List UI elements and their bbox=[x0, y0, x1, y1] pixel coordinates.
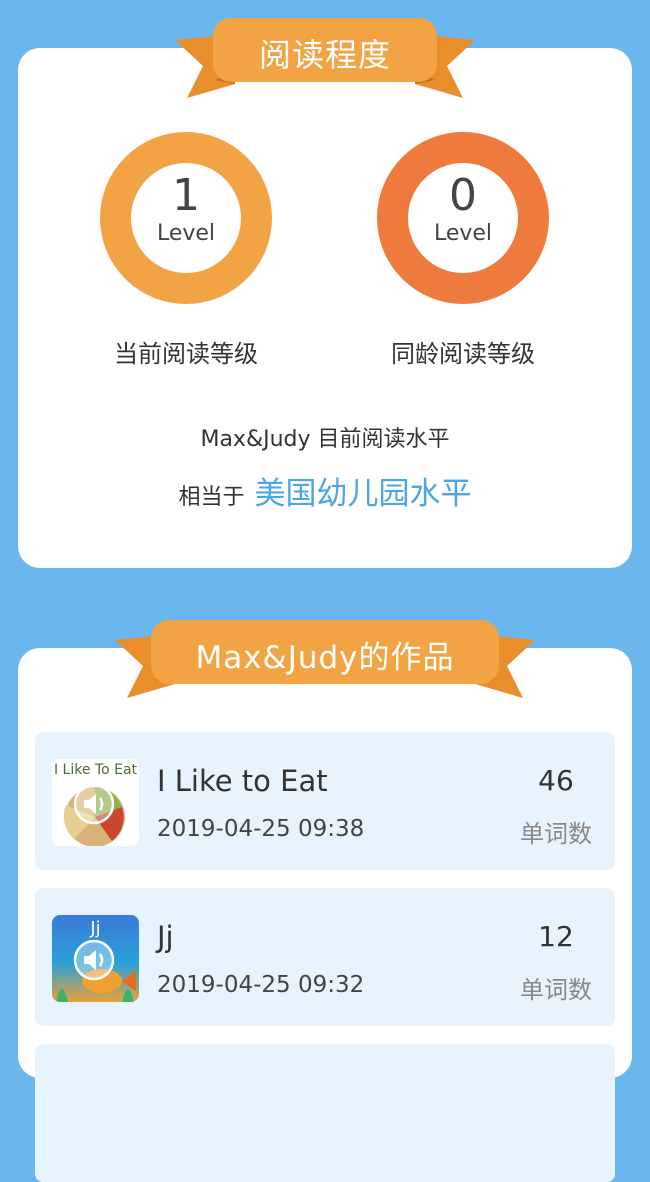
work-title: I Like to Eat bbox=[157, 764, 328, 798]
peer-level-gauge-center: 0 Level bbox=[408, 163, 518, 273]
word-count: 46 bbox=[538, 764, 574, 797]
word-count: 12 bbox=[538, 920, 574, 953]
equivalent-prefix: 相当于 bbox=[178, 485, 245, 510]
works-title: Max&Judy的作品 bbox=[195, 640, 455, 676]
speaker-play-icon[interactable] bbox=[73, 783, 115, 825]
work-thumbnail: I Like To Eat bbox=[52, 759, 139, 846]
equivalent-level: 美国幼儿园水平 bbox=[254, 476, 472, 512]
current-level-gauge: 1 Level bbox=[100, 132, 272, 304]
work-list-item[interactable] bbox=[35, 1044, 615, 1182]
word-count-label: 单词数 bbox=[520, 820, 592, 848]
current-level-value: 1 bbox=[172, 170, 200, 221]
work-date: 2019-04-25 09:32 bbox=[157, 972, 365, 998]
works-banner: Max&Judy的作品 bbox=[115, 618, 535, 702]
reading-progress-banner: 阅读程度 bbox=[175, 18, 475, 102]
current-level-gauge-center: 1 Level bbox=[131, 163, 241, 273]
work-thumbnail-text: Jj bbox=[90, 918, 101, 939]
work-thumbnail-text: I Like To Eat bbox=[53, 762, 138, 778]
work-list-item[interactable]: Jj Jj 2019-04-25 09:32 12 单词数 bbox=[35, 888, 615, 1026]
peer-level-value: 0 bbox=[449, 170, 477, 221]
work-title: Jj bbox=[157, 920, 174, 954]
peer-level-caption: 同龄阅读等级 bbox=[391, 340, 535, 368]
current-level-caption: 当前阅读等级 bbox=[114, 340, 258, 368]
peer-level-unit: Level bbox=[433, 221, 493, 246]
work-thumbnail: Jj bbox=[52, 915, 139, 1002]
speaker-play-icon[interactable] bbox=[73, 939, 115, 981]
word-count-label: 单词数 bbox=[520, 976, 592, 1004]
current-level-unit: Level bbox=[156, 221, 216, 246]
reading-equivalent: 相当于 美国幼儿园水平 bbox=[0, 468, 650, 513]
work-list-item[interactable]: I Like To Eat I Like to Eat 2019-04-25 0… bbox=[35, 732, 615, 870]
peer-level-gauge: 0 Level bbox=[377, 132, 549, 304]
reading-progress-title: 阅读程度 bbox=[258, 36, 391, 74]
work-date: 2019-04-25 09:38 bbox=[157, 816, 365, 842]
reading-summary: Max&Judy 目前阅读水平 bbox=[200, 427, 450, 452]
